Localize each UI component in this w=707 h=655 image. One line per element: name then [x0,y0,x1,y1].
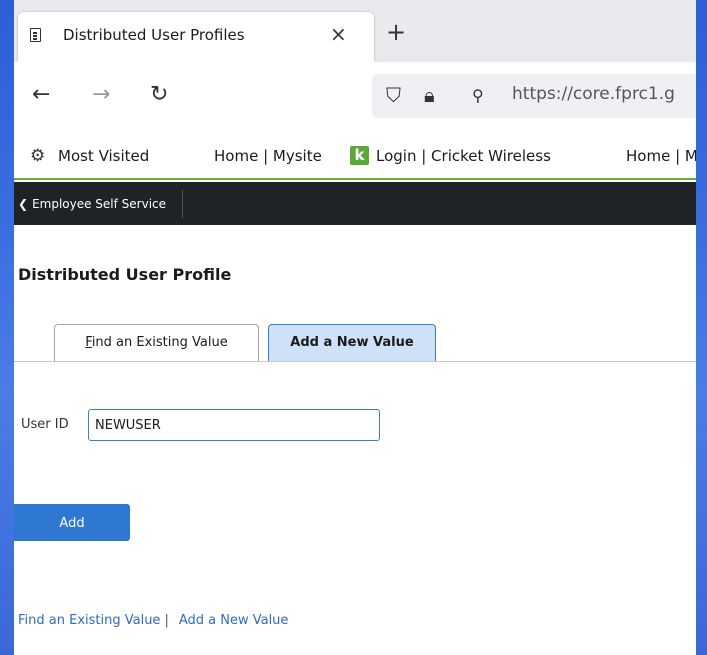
tab-find-existing-value[interactable]: Find an Existing Value [54,324,259,362]
bookmark-most-visited[interactable]: Most Visited [58,147,149,165]
bookmark-home-m[interactable]: Home | M [626,147,696,165]
browser-tab-active[interactable]: Distributed User Profiles × [18,12,374,62]
address-bar[interactable]: ⛉ 🔒︎ ⚲ https://core.fprc1.g [372,74,696,118]
tab-add-new-value-label: Add a New Value [290,335,414,350]
bookmark-cricket-login[interactable]: Login | Cricket Wireless [376,147,551,165]
lock-icon[interactable]: 🔒︎ [424,83,435,107]
tab-strip: Distributed User Profiles × + [14,0,696,62]
tab-find-existing-value-label: ind an Existing Value [91,335,228,350]
userid-label: User ID [21,417,69,432]
tab-title: Distributed User Profiles [63,26,245,44]
chevron-left-icon: ❮ [18,197,29,211]
browser-toolbar: ← → ↻ ⛉ 🔒︎ ⚲ https://core.fprc1.g [14,62,696,140]
cricket-k-icon: k [350,146,369,165]
forward-arrow-icon[interactable]: → [92,82,110,107]
permissions-icon[interactable]: ⚲ [472,86,484,105]
back-arrow-icon[interactable]: ← [32,82,50,107]
employee-self-service-label: Employee Self Service [32,197,167,211]
url-text[interactable]: https://core.fprc1.g [512,84,675,104]
bookmarks-bar: ⚙ Most Visited Home | Mysite k Login | C… [14,140,696,180]
userid-input[interactable] [88,409,380,441]
employee-self-service-button[interactable]: ❮ Employee Self Service [14,190,184,218]
footer-link-add-new[interactable]: Add a New Value [179,613,289,628]
app-header-bar: ❮ Employee Self Service [14,182,696,225]
tab-add-new-value[interactable]: Add a New Value [268,324,436,362]
page-title: Distributed User Profile [18,265,232,284]
page-icon [30,28,41,42]
add-button[interactable]: Add [14,504,130,541]
browser-window: Distributed User Profiles × + ← → ↻ ⛉ 🔒︎… [14,0,696,655]
footer-link-find-existing[interactable]: Find an Existing Value [18,613,160,628]
footer-links: Find an Existing Value | Add a New Value [18,613,288,628]
footer-separator: | [164,613,169,628]
shield-icon[interactable]: ⛉ [386,83,401,107]
reload-icon[interactable]: ↻ [150,82,168,107]
bookmark-home-mysite[interactable]: Home | Mysite [214,147,322,165]
new-tab-icon[interactable]: + [386,20,406,44]
close-tab-icon[interactable]: × [330,22,347,46]
gear-icon: ⚙ [30,146,46,166]
tab-divider [14,361,696,362]
